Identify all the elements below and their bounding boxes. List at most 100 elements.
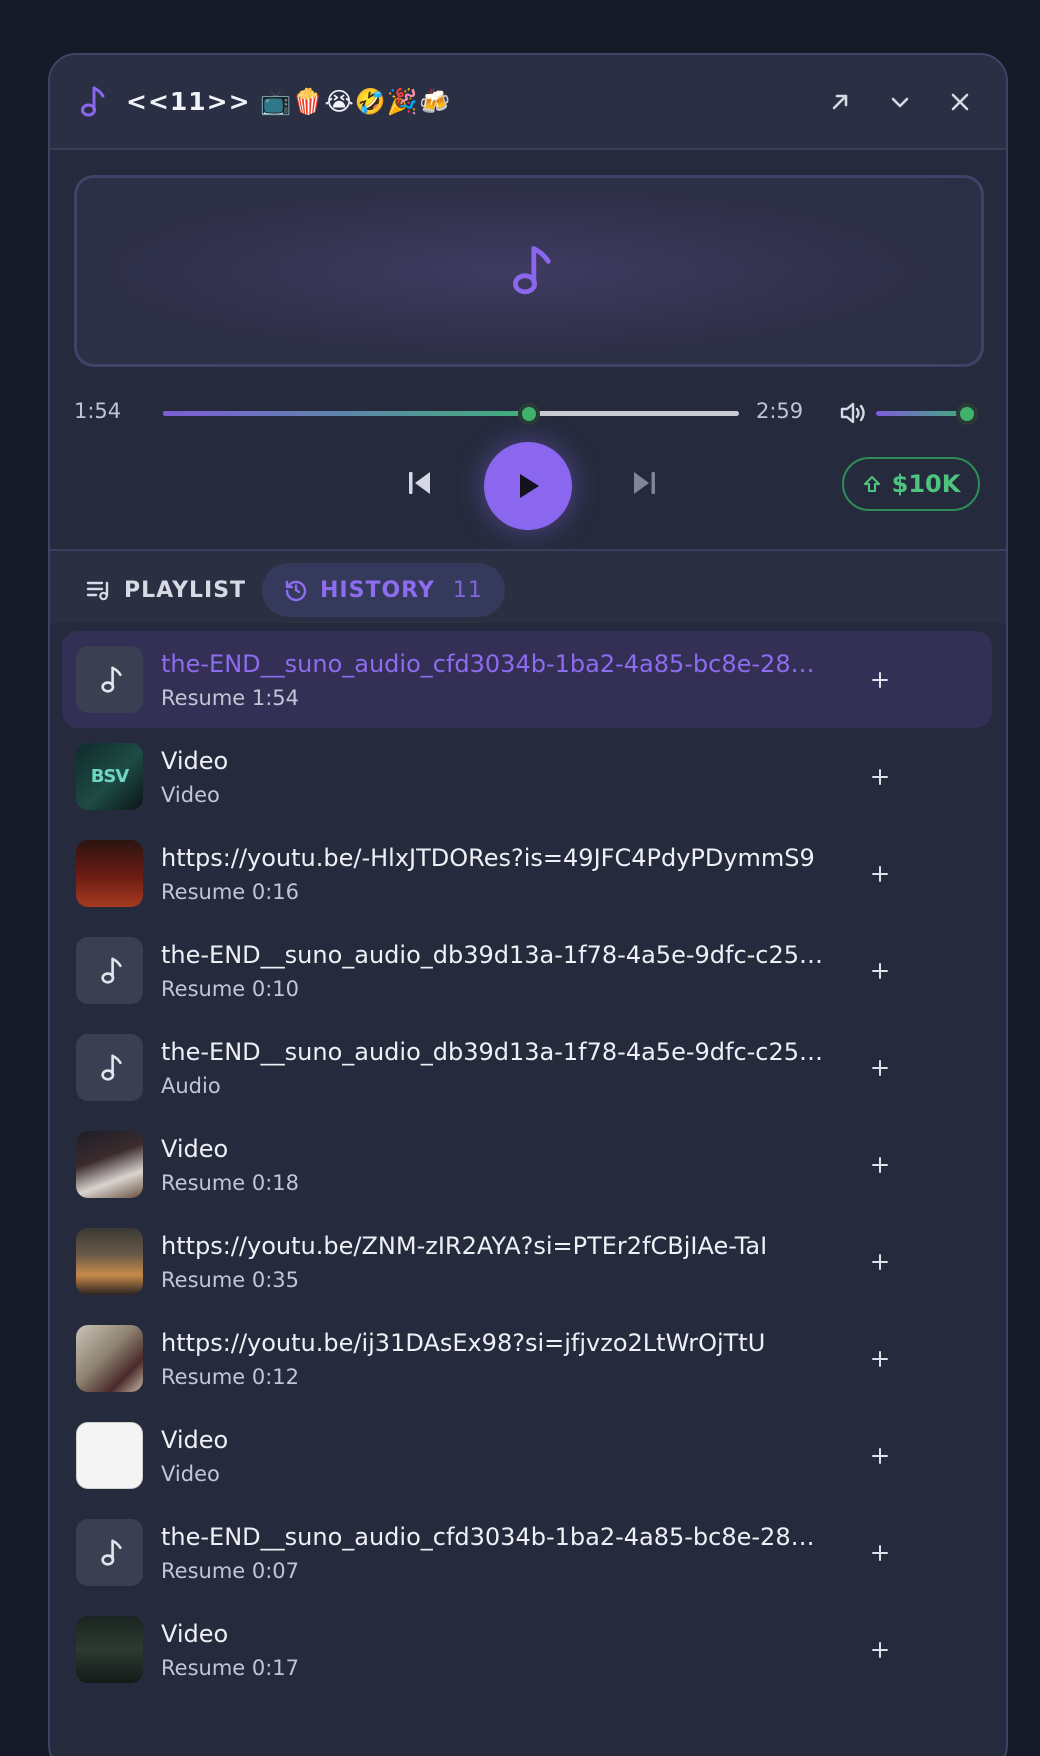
current-time: 1:54 xyxy=(74,399,122,423)
add-to-playlist-button[interactable] xyxy=(860,1145,900,1185)
plus-icon xyxy=(872,1156,888,1173)
history-item-meta: Video Resume 0:17 xyxy=(161,1620,860,1680)
seek-bar-handle[interactable] xyxy=(517,403,540,425)
close-icon xyxy=(951,93,969,110)
history-item-title: the-END__suno_audio_db39d13a-1f78-4a5e-9… xyxy=(161,940,826,969)
player-header: <<11>> 📺🍿😭🤣🎉🍻 xyxy=(50,55,1006,150)
history-item[interactable]: Video Video xyxy=(62,1407,992,1504)
tab-history-label: HISTORY xyxy=(320,577,435,603)
previous-button[interactable] xyxy=(402,465,438,501)
music-note-icon xyxy=(81,86,105,116)
add-to-playlist-button[interactable] xyxy=(860,757,900,797)
skip-previous-icon xyxy=(409,472,430,494)
boost-button[interactable]: $10K xyxy=(842,457,980,511)
seek-bar[interactable] xyxy=(163,403,739,425)
history-item-title: the-END__suno_audio_cfd3034b-1ba2-4a85-b… xyxy=(161,649,826,678)
history-item-subtitle: Resume 1:54 xyxy=(161,685,300,710)
window-title: <<11>> 📺🍿😭🤣🎉🍻 xyxy=(126,86,452,116)
history-item-meta: https://youtu.be/ZNM-zIR2AYA?si=PTEr2fCB… xyxy=(161,1232,860,1292)
video-thumbnail: BSV xyxy=(76,743,143,810)
audio-thumbnail xyxy=(76,1034,143,1101)
playlist-icon xyxy=(86,581,109,601)
plus-icon xyxy=(872,1641,888,1658)
chevron-down-icon xyxy=(891,97,909,107)
history-item[interactable]: https://youtu.be/ij31DAsEx98?si=jfjvzo2L… xyxy=(62,1310,992,1407)
duration-time: 2:59 xyxy=(756,399,804,423)
music-note-icon xyxy=(100,666,122,693)
history-item[interactable]: Video Resume 0:17 xyxy=(62,1601,992,1698)
progress-row: 1:54 2:59 xyxy=(50,393,1006,433)
add-to-playlist-button[interactable] xyxy=(860,1242,900,1282)
history-item-title: Video xyxy=(161,746,229,775)
history-item[interactable]: the-END__suno_audio_db39d13a-1f78-4a5e-9… xyxy=(62,922,992,1019)
history-item-title: https://youtu.be/ZNM-zIR2AYA?si=PTEr2fCB… xyxy=(161,1231,768,1260)
plus-icon xyxy=(872,962,888,979)
history-item-subtitle: Video xyxy=(161,782,220,807)
video-thumbnail xyxy=(76,840,143,907)
add-to-playlist-button[interactable] xyxy=(860,951,900,991)
add-to-playlist-button[interactable] xyxy=(860,1339,900,1379)
history-item-meta: Video Video xyxy=(161,1426,860,1486)
plus-icon xyxy=(872,1350,888,1367)
history-item[interactable]: BSV Video Video xyxy=(62,728,992,825)
media-player-panel: <<11>> 📺🍿😭🤣🎉🍻 1:54 2:59 $10K PLAYLIST HI… xyxy=(48,53,1008,1756)
history-item-meta: Video Video xyxy=(161,747,860,807)
video-thumbnail xyxy=(76,1131,143,1198)
audio-thumbnail xyxy=(76,646,143,713)
add-to-playlist-button[interactable] xyxy=(860,1533,900,1573)
history-item-meta: https://youtu.be/-HlxJTDORes?is=49JFC4Pd… xyxy=(161,844,860,904)
history-icon xyxy=(285,580,307,602)
history-item-subtitle: Resume 0:07 xyxy=(161,1558,300,1583)
history-item-meta: the-END__suno_audio_db39d13a-1f78-4a5e-9… xyxy=(161,1038,860,1098)
audio-thumbnail xyxy=(76,1519,143,1586)
history-item-subtitle: Resume 0:10 xyxy=(161,976,300,1001)
music-note-icon xyxy=(513,246,551,295)
tabs-bar: PLAYLIST HISTORY 11 xyxy=(50,551,1006,623)
seek-bar-fill xyxy=(163,411,529,416)
expand-button[interactable] xyxy=(820,82,860,122)
next-button[interactable] xyxy=(626,465,662,501)
media-artwork xyxy=(74,175,984,367)
tab-history[interactable]: HISTORY 11 xyxy=(262,563,505,617)
add-to-playlist-button[interactable] xyxy=(860,1630,900,1670)
add-to-playlist-button[interactable] xyxy=(860,660,900,700)
play-icon xyxy=(520,474,539,498)
history-item-title: the-END__suno_audio_cfd3034b-1ba2-4a85-b… xyxy=(161,1522,826,1551)
expand-icon xyxy=(832,94,848,109)
history-item-subtitle: Resume 0:35 xyxy=(161,1267,300,1292)
history-item[interactable]: https://youtu.be/-HlxJTDORes?is=49JFC4Pd… xyxy=(62,825,992,922)
history-item-subtitle: Resume 0:12 xyxy=(161,1364,300,1389)
history-item[interactable]: https://youtu.be/ZNM-zIR2AYA?si=PTEr2fCB… xyxy=(62,1213,992,1310)
close-button[interactable] xyxy=(940,82,980,122)
add-to-playlist-button[interactable] xyxy=(860,1048,900,1088)
play-button[interactable] xyxy=(484,442,572,530)
history-item[interactable]: the-END__suno_audio_cfd3034b-1ba2-4a85-b… xyxy=(62,631,992,728)
history-item-subtitle: Audio xyxy=(161,1073,221,1098)
history-item-subtitle: Resume 0:18 xyxy=(161,1170,300,1195)
add-to-playlist-button[interactable] xyxy=(860,854,900,894)
audio-thumbnail xyxy=(76,937,143,1004)
volume-slider-handle[interactable] xyxy=(956,403,978,425)
add-to-playlist-button[interactable] xyxy=(860,1436,900,1476)
history-item-title: Video xyxy=(161,1134,229,1163)
history-item-meta: Video Resume 0:18 xyxy=(161,1135,860,1195)
boost-label: $10K xyxy=(891,470,961,498)
history-item[interactable]: Video Resume 0:18 xyxy=(62,1116,992,1213)
plus-icon xyxy=(872,768,888,785)
thumbnail-text: BSV xyxy=(90,766,130,787)
plus-icon xyxy=(872,671,888,688)
history-item-subtitle: Video xyxy=(161,1461,220,1486)
history-count-badge: 11 xyxy=(452,577,483,603)
history-item[interactable]: the-END__suno_audio_cfd3034b-1ba2-4a85-b… xyxy=(62,1504,992,1601)
video-thumbnail xyxy=(76,1616,143,1683)
history-item-title: Video xyxy=(161,1425,229,1454)
volume-icon[interactable] xyxy=(838,399,868,427)
history-item-meta: the-END__suno_audio_db39d13a-1f78-4a5e-9… xyxy=(161,941,860,1001)
tab-playlist-label: PLAYLIST xyxy=(124,577,247,603)
history-item[interactable]: the-END__suno_audio_db39d13a-1f78-4a5e-9… xyxy=(62,1019,992,1116)
history-item-subtitle: Resume 0:17 xyxy=(161,1655,300,1680)
volume-slider[interactable] xyxy=(876,403,978,425)
history-item-title: https://youtu.be/-HlxJTDORes?is=49JFC4Pd… xyxy=(161,843,815,872)
collapse-button[interactable] xyxy=(880,82,920,122)
tab-playlist[interactable]: PLAYLIST xyxy=(64,563,268,617)
